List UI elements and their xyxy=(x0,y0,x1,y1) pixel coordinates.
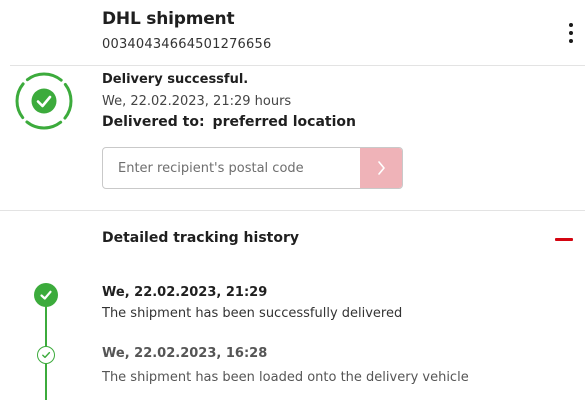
event-description: The shipment has been loaded onto the de… xyxy=(102,370,469,385)
event-datetime: We, 22.02.2023, 16:28 xyxy=(102,346,268,361)
menu-dot xyxy=(569,39,573,43)
check-circle-icon xyxy=(15,72,73,130)
shipment-title: DHL shipment xyxy=(102,9,235,29)
tracking-history-title: Detailed tracking history xyxy=(102,230,299,246)
postal-code-input[interactable] xyxy=(103,148,360,188)
check-circle-outline-icon xyxy=(37,346,55,364)
status-title: Delivery successful. xyxy=(102,72,249,87)
event-description: The shipment has been successfully deliv… xyxy=(102,306,403,321)
delivered-to: Delivered to: preferred location xyxy=(102,114,356,130)
minus-icon xyxy=(555,237,573,241)
section-divider xyxy=(0,210,585,211)
postal-code-submit-button[interactable] xyxy=(360,148,402,188)
check-circle-filled-icon xyxy=(34,283,58,307)
tracking-number: 00340434664501276656 xyxy=(102,37,272,52)
status-datetime: We, 22.02.2023, 21:29 hours xyxy=(102,94,292,109)
menu-dot xyxy=(569,23,573,27)
event-datetime: We, 22.02.2023, 21:29 xyxy=(102,285,268,300)
menu-dot xyxy=(569,31,573,35)
collapse-history-button[interactable] xyxy=(553,229,575,249)
more-vertical-icon[interactable] xyxy=(563,20,579,46)
delivered-to-value: preferred location xyxy=(212,114,356,130)
header-divider xyxy=(10,65,585,66)
delivered-to-label: Delivered to: xyxy=(102,114,205,130)
postal-code-form xyxy=(102,147,403,189)
chevron-right-icon xyxy=(378,161,385,175)
